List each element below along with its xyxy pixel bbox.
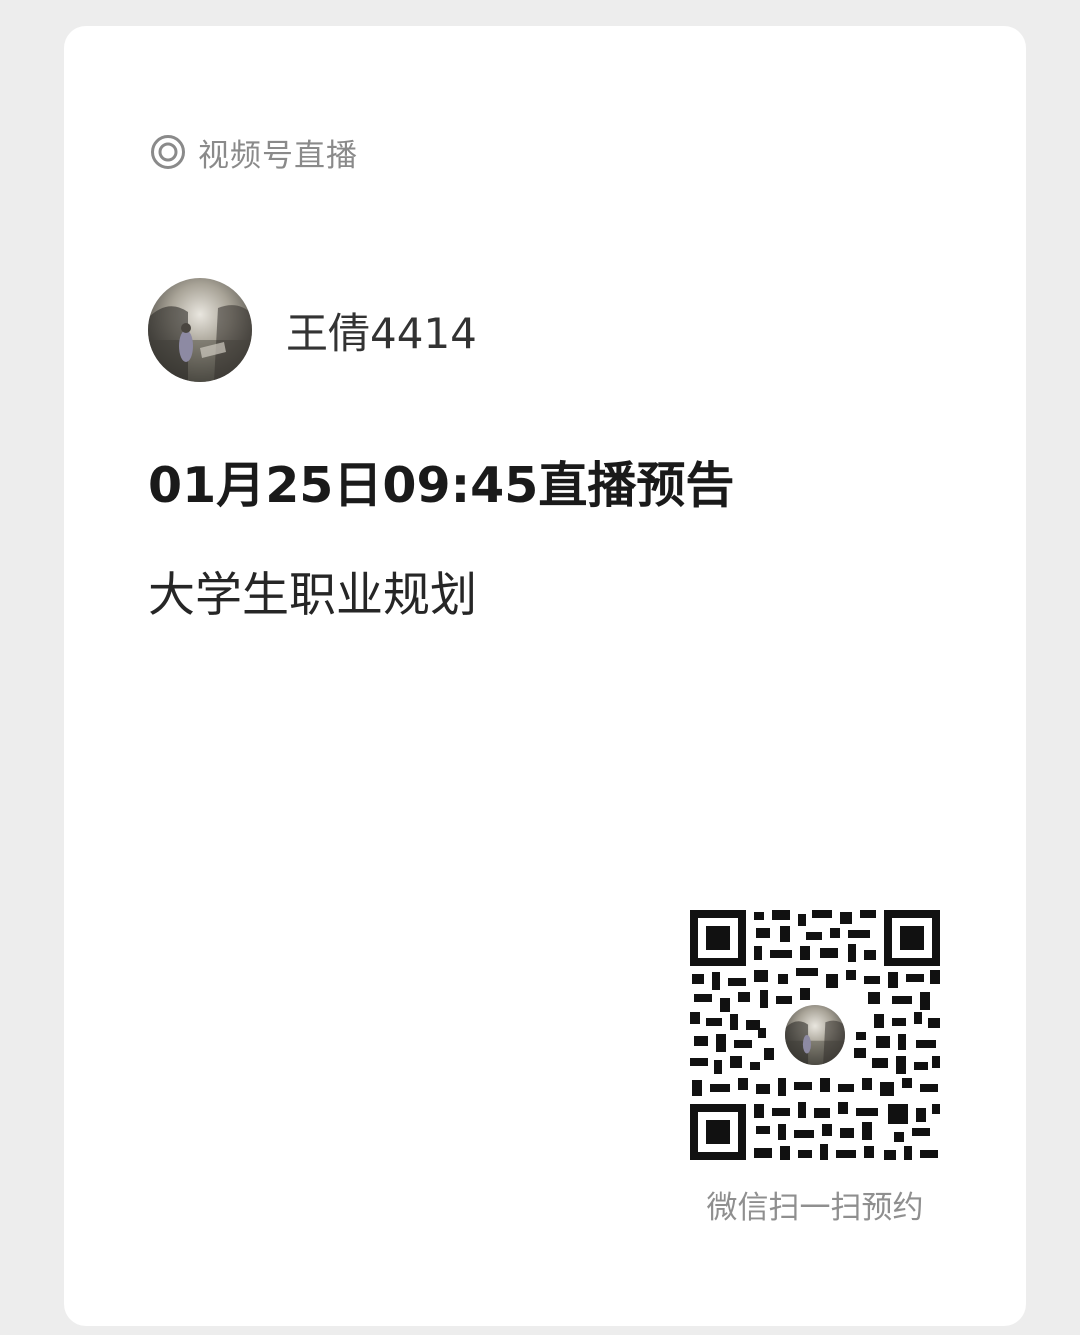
channels-icon: [151, 135, 185, 169]
channel-header: 视频号直播: [150, 132, 358, 174]
qr-caption: 微信扫一扫预约: [706, 1190, 924, 1226]
channel-label: 视频号直播: [198, 137, 358, 174]
avatar: [148, 278, 252, 382]
qr-code[interactable]: [688, 908, 942, 1162]
author-row: 王倩4414: [148, 278, 477, 382]
author-name: 王倩4414: [286, 308, 477, 358]
live-preview-card: 视频号直播 王倩4414 01月25日09:45直播预告 大学生职业规划 微信扫…: [64, 26, 1026, 1326]
qr-center-avatar: [781, 1001, 849, 1069]
live-announcement: 01月25日09:45直播预告: [148, 457, 735, 514]
live-title: 大学生职业规划: [148, 568, 477, 623]
